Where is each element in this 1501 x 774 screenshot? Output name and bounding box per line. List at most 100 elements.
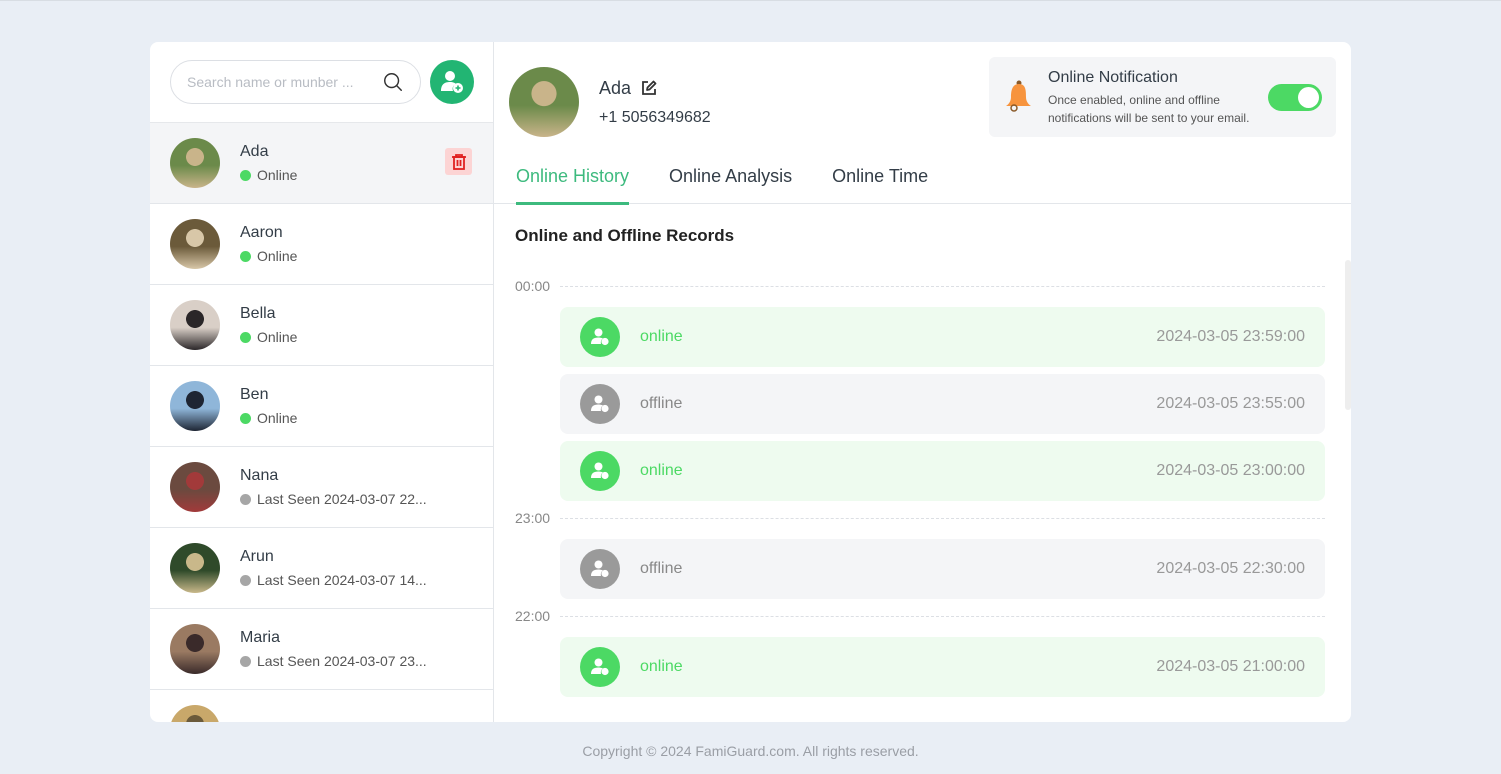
contact-status: Last Seen 2024-03-07 14...: [257, 572, 427, 588]
status-dot: [240, 412, 251, 424]
contact-avatar: [170, 705, 220, 722]
online-notification-panel: Online Notification Once enabled, online…: [989, 57, 1336, 137]
add-user-icon: [441, 71, 463, 93]
contact-avatar: [170, 462, 220, 512]
hour-label: 23:00: [515, 510, 551, 526]
status-dot: [240, 169, 251, 181]
contact-status: Online: [257, 329, 298, 345]
contact-status: Online: [257, 248, 298, 264]
hour-label: 22:00: [515, 608, 551, 624]
delete-contact-button[interactable]: [445, 148, 472, 175]
record-item: online 2024-03-05 21:00:00: [560, 637, 1325, 697]
tab-bar: Online History Online Analysis Online Ti…: [494, 162, 1351, 205]
contact-avatar: [170, 543, 220, 593]
records-title: Online and Offline Records: [515, 226, 735, 245]
scrollbar[interactable]: [1345, 260, 1351, 410]
contact-name: Maria: [240, 629, 281, 646]
contact-item[interactable]: Ben Online: [150, 366, 493, 447]
status-dot: [240, 331, 251, 343]
contact-item[interactable]: Nana Last Seen 2024-03-07 22...: [150, 447, 493, 528]
user-status-icon: [591, 560, 609, 578]
hour-divider: 23:00: [515, 504, 1325, 532]
contact-avatar: [170, 381, 220, 431]
record-time: 2024-03-05 21:00:00: [1156, 658, 1305, 675]
tab-online-history[interactable]: Online History: [516, 162, 630, 205]
status-dot: [240, 655, 251, 667]
trash-icon: [451, 153, 466, 170]
record-icon: [580, 549, 620, 589]
contact-item[interactable]: Lucas: [150, 690, 493, 722]
profile-name: Ada: [599, 78, 632, 98]
search-box[interactable]: [170, 60, 421, 104]
contact-name: Arun: [240, 548, 274, 565]
contact-name: Ada: [240, 143, 269, 160]
contact-item[interactable]: Ada Online: [150, 123, 493, 204]
divider-line: [560, 285, 1325, 287]
record-item: offline 2024-03-05 23:55:00: [560, 374, 1325, 434]
edit-icon[interactable]: [641, 80, 657, 96]
record-state: online: [640, 462, 683, 479]
profile-avatar: [509, 67, 579, 137]
contact-status: Last Seen 2024-03-07 22...: [257, 491, 427, 507]
contact-list: Ada Online Aaron Online Bella Online Ben…: [150, 123, 493, 722]
record-icon: [580, 317, 620, 357]
notification-toggle[interactable]: [1268, 84, 1322, 111]
user-status-icon: [591, 462, 609, 480]
divider-line: [560, 517, 1325, 519]
contact-item[interactable]: Bella Online: [150, 285, 493, 366]
profile-header: Ada +1 5056349682: [509, 67, 711, 137]
search-icon[interactable]: [382, 71, 404, 93]
user-status-icon: [591, 658, 609, 676]
footer-copyright: Copyright © 2024 FamiGuard.com. All righ…: [582, 743, 919, 759]
contact-item[interactable]: Arun Last Seen 2024-03-07 14...: [150, 528, 493, 609]
search-row: [150, 42, 493, 123]
contact-name: Bella: [240, 305, 276, 322]
status-dot: [240, 250, 251, 262]
record-item: online 2024-03-05 23:00:00: [560, 441, 1325, 501]
record-time: 2024-03-05 23:00:00: [1156, 462, 1305, 479]
top-border: [0, 0, 1501, 1]
record-time: 2024-03-05 23:55:00: [1156, 395, 1305, 412]
notification-title: Online Notification: [1048, 68, 1178, 86]
contact-avatar: [170, 219, 220, 269]
tab-online-analysis[interactable]: Online Analysis: [669, 162, 792, 204]
record-state: online: [640, 658, 683, 675]
record-state: offline: [640, 560, 683, 577]
record-icon: [580, 647, 620, 687]
record-state: online: [640, 328, 683, 345]
user-status-icon: [591, 395, 609, 413]
contact-name: Ben: [240, 386, 269, 403]
record-icon: [580, 451, 620, 491]
divider-line: [560, 615, 1325, 617]
record-icon: [580, 384, 620, 424]
tab-online-time[interactable]: Online Time: [832, 162, 928, 204]
profile-phone: +1 5056349682: [599, 109, 711, 126]
record-time: 2024-03-05 22:30:00: [1156, 560, 1305, 577]
user-status-icon: [591, 328, 609, 346]
contact-avatar: [170, 624, 220, 674]
notification-description: Once enabled, online and offline notific…: [1048, 92, 1250, 125]
record-time: 2024-03-05 23:59:00: [1156, 328, 1305, 345]
toggle-knob: [1298, 87, 1319, 108]
hour-label: 00:00: [515, 278, 551, 294]
contact-status: Last Seen 2024-03-07 23...: [257, 653, 427, 669]
contact-status: Online: [257, 410, 298, 426]
contact-avatar: [170, 138, 220, 188]
hour-divider: 00:00: [515, 272, 1325, 300]
record-item: online 2024-03-05 23:59:00: [560, 307, 1325, 367]
search-input[interactable]: [187, 74, 362, 90]
contact-name: Nana: [240, 467, 279, 484]
contact-item[interactable]: Aaron Online: [150, 204, 493, 285]
contact-name: Lucas: [240, 720, 283, 722]
contact-item[interactable]: Maria Last Seen 2024-03-07 23...: [150, 609, 493, 690]
contact-status: Online: [257, 167, 298, 183]
record-item: offline 2024-03-05 22:30:00: [560, 539, 1325, 599]
records-timeline: 00:00 online 2024-03-05 23:59:00 offline…: [515, 272, 1325, 700]
contact-name: Aaron: [240, 224, 283, 241]
app-card: Ada Online Aaron Online Bella Online Ben…: [150, 42, 1351, 722]
status-dot: [240, 493, 251, 505]
contacts-sidebar: Ada Online Aaron Online Bella Online Ben…: [150, 42, 494, 722]
add-contact-button[interactable]: [430, 60, 474, 104]
contact-avatar: [170, 300, 220, 350]
main-panel: Ada +1 5056349682 Online Notification On…: [494, 42, 1351, 722]
